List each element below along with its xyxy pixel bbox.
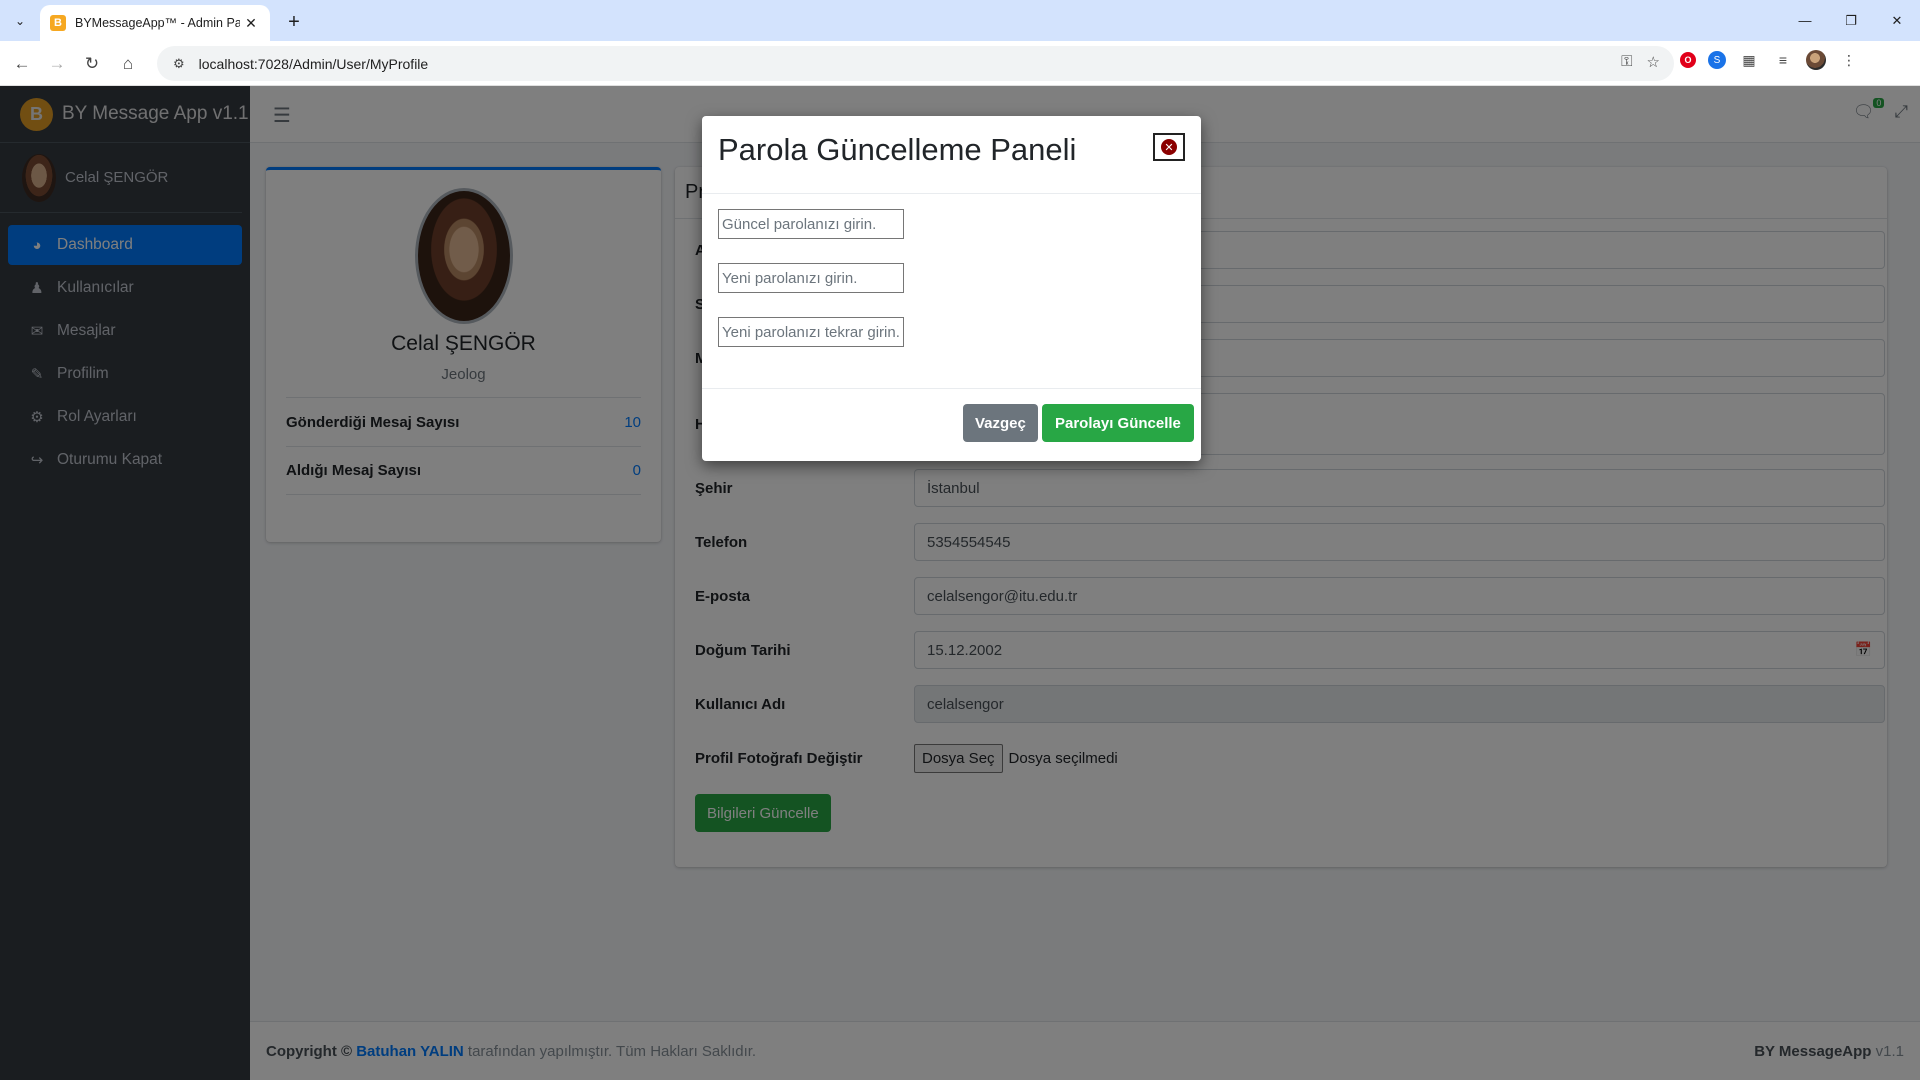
update-password-button[interactable]: Parolayı Güncelle	[1042, 404, 1194, 442]
new-tab-icon[interactable]: +	[281, 9, 307, 35]
home-icon[interactable]: ⌂	[114, 50, 142, 78]
favicon-icon: B	[50, 15, 66, 31]
tab-close-icon[interactable]: ✕	[242, 15, 260, 32]
modal-close-button[interactable]: ✕	[1153, 133, 1185, 161]
close-window-icon[interactable]: ✕	[1874, 0, 1920, 41]
url-text[interactable]: localhost:7028/Admin/User/MyProfile	[199, 56, 429, 72]
opera-extension-icon[interactable]: O	[1680, 52, 1696, 68]
window-controls: — ❐ ✕	[1782, 0, 1920, 41]
current-password-input[interactable]	[718, 209, 904, 239]
tab-search-icon[interactable]: ⌄	[8, 9, 32, 33]
cancel-button[interactable]: Vazgeç	[963, 404, 1038, 442]
browser-menu-icon[interactable]: ⋮	[1838, 49, 1860, 71]
address-bar[interactable]: ⚙ localhost:7028/Admin/User/MyProfile ⚿ …	[157, 46, 1674, 81]
back-icon[interactable]: ←	[8, 50, 36, 78]
minimize-icon[interactable]: —	[1782, 0, 1828, 41]
password-modal: Parola Güncelleme Paneli ✕ Vazgeç Parola…	[702, 116, 1201, 461]
modal-body	[702, 194, 1201, 389]
extensions-puzzle-icon[interactable]: ▦	[1738, 49, 1760, 71]
site-info-icon[interactable]: ⚙	[173, 56, 185, 72]
modal-footer: Vazgeç Parolayı Güncelle	[702, 389, 1201, 461]
tab-title: BYMessageApp™ - Admin Panel	[75, 16, 240, 30]
browser-tab[interactable]: B BYMessageApp™ - Admin Panel ✕	[40, 5, 270, 41]
media-control-icon[interactable]: ≡	[1772, 49, 1794, 71]
extensions-area: O S ▦ ≡ ⋮	[1680, 49, 1860, 71]
profile-avatar-icon[interactable]	[1806, 50, 1826, 70]
restore-icon[interactable]: ❐	[1828, 0, 1874, 41]
blue-extension-icon[interactable]: S	[1708, 51, 1726, 69]
bookmark-star-icon[interactable]: ☆	[1647, 53, 1660, 71]
forward-icon[interactable]: →	[43, 50, 71, 78]
reload-icon[interactable]: ↻	[78, 50, 106, 78]
modal-header: Parola Güncelleme Paneli ✕	[702, 116, 1201, 194]
browser-tabstrip: ⌄ B BYMessageApp™ - Admin Panel ✕ + — ❐ …	[0, 0, 1920, 41]
new-password-input[interactable]	[718, 263, 904, 293]
close-circle-icon: ✕	[1161, 139, 1177, 155]
password-key-icon[interactable]: ⚿	[1621, 53, 1632, 71]
modal-title: Parola Güncelleme Paneli	[718, 132, 1077, 167]
repeat-password-input[interactable]	[718, 317, 904, 347]
browser-toolbar: ← → ↻ ⌂ ⚙ localhost:7028/Admin/User/MyPr…	[0, 41, 1920, 86]
